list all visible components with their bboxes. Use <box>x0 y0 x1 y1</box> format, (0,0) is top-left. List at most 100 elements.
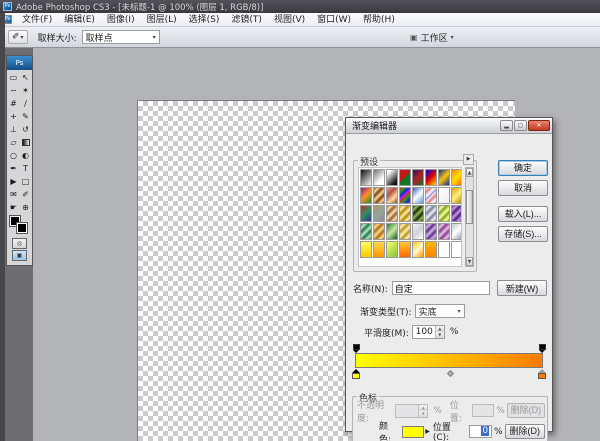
gradient-preset-swatch[interactable] <box>412 187 424 204</box>
gradient-preset-swatch[interactable] <box>386 187 398 204</box>
name-input[interactable] <box>392 281 490 295</box>
healing-brush-tool[interactable]: + <box>8 109 20 122</box>
load-button[interactable]: 载入(L)... <box>498 206 548 222</box>
gradient-preset-swatch[interactable] <box>412 169 424 186</box>
gradient-preset-swatch[interactable] <box>399 169 411 186</box>
lasso-tool[interactable]: ∽ <box>8 83 20 96</box>
menu-v[interactable]: 视图(V) <box>268 13 311 27</box>
cancel-button[interactable]: 取消 <box>498 180 548 196</box>
close-button[interactable]: ✕ <box>528 120 550 131</box>
rectangular-marquee-tool[interactable]: ▭ <box>8 70 20 83</box>
quick-mask-button[interactable]: ◎ <box>12 238 27 249</box>
scrollbar-thumb[interactable] <box>466 190 473 224</box>
crop-tool[interactable]: # <box>8 96 20 109</box>
pen-tool[interactable]: ✒ <box>8 161 20 174</box>
menu-l[interactable]: 图层(L) <box>141 13 183 27</box>
scroll-up-icon[interactable]: ▲ <box>466 168 473 177</box>
menu-f[interactable]: 文件(F) <box>16 13 58 27</box>
gradient-preset-swatch[interactable] <box>438 205 450 222</box>
menu-s[interactable]: 选择(S) <box>183 13 226 27</box>
gradient-preset-swatch[interactable] <box>451 187 462 204</box>
type-tool[interactable]: T <box>20 161 32 174</box>
gradient-preset-swatch[interactable] <box>425 169 437 186</box>
history-brush-tool[interactable]: ↺ <box>20 122 32 135</box>
notes-tool[interactable]: ✉ <box>8 187 20 200</box>
new-button[interactable]: 新建(W) <box>497 280 547 296</box>
smoothness-stepper[interactable]: 100 ▲▼ <box>412 325 445 339</box>
gradient-preset-swatch[interactable] <box>373 223 385 240</box>
gradient-preview-bar[interactable] <box>355 353 543 368</box>
gradient-preset-swatch[interactable] <box>360 169 372 186</box>
blur-tool[interactable]: ○ <box>8 148 20 161</box>
presets-scrollbar[interactable]: ▲ ▼ <box>465 167 474 267</box>
minimize-button[interactable]: ▂ <box>500 120 513 131</box>
menu-w[interactable]: 窗口(W) <box>311 13 357 27</box>
delete-color-stop-button[interactable]: 删除(D) <box>505 424 545 439</box>
gradient-preset-swatch[interactable] <box>373 241 385 258</box>
slice-tool[interactable]: ∕ <box>20 96 32 109</box>
presets-flyout-button[interactable]: ▶ <box>463 154 474 165</box>
gradient-preset-swatch[interactable] <box>425 205 437 222</box>
gradient-preset-swatch[interactable] <box>451 205 462 222</box>
scroll-down-icon[interactable]: ▼ <box>466 257 473 266</box>
clone-stamp-tool[interactable]: ⊥ <box>8 122 20 135</box>
opacity-stop-right[interactable] <box>538 344 546 352</box>
gradient-preset-swatch[interactable] <box>438 187 450 204</box>
save-button[interactable]: 存储(S)... <box>498 226 548 242</box>
gradient-preset-swatch[interactable] <box>360 187 372 204</box>
gradient-preset-swatch[interactable] <box>373 187 385 204</box>
gradient-preset-swatch[interactable] <box>386 223 398 240</box>
gradient-preset-swatch[interactable] <box>451 223 462 240</box>
hand-tool[interactable]: ☛ <box>8 200 20 213</box>
color-position-input[interactable]: 0 <box>469 425 492 438</box>
gradient-preset-swatch[interactable] <box>451 169 462 186</box>
zoom-tool[interactable]: ⊕ <box>20 200 32 213</box>
ok-button[interactable]: 确定 <box>498 160 548 176</box>
stop-color-swatch-button[interactable]: ▶ <box>402 426 430 438</box>
menu-t[interactable]: 滤镜(T) <box>225 13 268 27</box>
gradient-preset-swatch[interactable] <box>425 187 437 204</box>
tool-preset-picker[interactable]: ✐ ▾ <box>8 30 28 44</box>
eraser-tool[interactable]: ▱ <box>8 135 20 148</box>
path-selection-tool[interactable]: ▶ <box>8 174 20 187</box>
gradient-tool[interactable] <box>20 135 32 148</box>
gradient-preset-swatch[interactable] <box>360 205 372 222</box>
screen-mode-button[interactable]: ▣ <box>12 250 27 261</box>
opacity-stop-left[interactable] <box>352 344 360 352</box>
gradient-preset-swatch[interactable] <box>425 223 437 240</box>
gradient-preset-swatch[interactable] <box>399 223 411 240</box>
maximize-button[interactable]: ▢ <box>514 120 527 131</box>
brush-tool[interactable]: ✎ <box>20 109 32 122</box>
gradient-preset-swatch[interactable] <box>373 169 385 186</box>
gradient-preset-swatch[interactable] <box>386 169 398 186</box>
gradient-preset-swatch[interactable] <box>425 241 437 258</box>
move-tool[interactable]: ↖ <box>20 70 32 83</box>
menu-e[interactable]: 编辑(E) <box>58 13 101 27</box>
sample-size-select[interactable]: 取样点 ▾ <box>82 30 160 44</box>
gradient-preset-swatch[interactable] <box>399 241 411 258</box>
gradient-preset-swatch[interactable] <box>373 205 385 222</box>
dialog-title-bar[interactable]: 渐变编辑器 ▂▢✕ <box>346 118 552 134</box>
dodge-tool[interactable]: ◐ <box>20 148 32 161</box>
workspace-button[interactable]: ▣ 工作区 ▾ <box>405 30 459 45</box>
menu-i[interactable]: 图像(I) <box>101 13 141 27</box>
gradient-preset-swatch[interactable] <box>360 241 372 258</box>
gradient-preset-swatch[interactable] <box>438 241 450 258</box>
gradient-preset-swatch[interactable] <box>412 223 424 240</box>
gradient-type-select[interactable]: 实底 ▾ <box>415 304 465 318</box>
color-stop-left[interactable] <box>351 369 360 379</box>
gradient-preset-swatch[interactable] <box>386 241 398 258</box>
gradient-preset-swatch[interactable] <box>451 241 462 258</box>
gradient-preset-swatch[interactable] <box>386 205 398 222</box>
gradient-preset-swatch[interactable] <box>399 205 411 222</box>
shape-tool[interactable]: □ <box>20 174 32 187</box>
gradient-preset-swatch[interactable] <box>438 169 450 186</box>
gradient-preset-swatch[interactable] <box>412 205 424 222</box>
magic-wand-tool[interactable]: ✶ <box>20 83 32 96</box>
gradient-preset-swatch[interactable] <box>412 241 424 258</box>
gradient-preset-swatch[interactable] <box>360 223 372 240</box>
stepper-arrows-icon[interactable]: ▲▼ <box>435 326 444 338</box>
tools-palette-header[interactable]: Ps <box>7 56 32 70</box>
menu-h[interactable]: 帮助(H) <box>357 13 401 27</box>
gradient-preset-swatch[interactable] <box>399 187 411 204</box>
